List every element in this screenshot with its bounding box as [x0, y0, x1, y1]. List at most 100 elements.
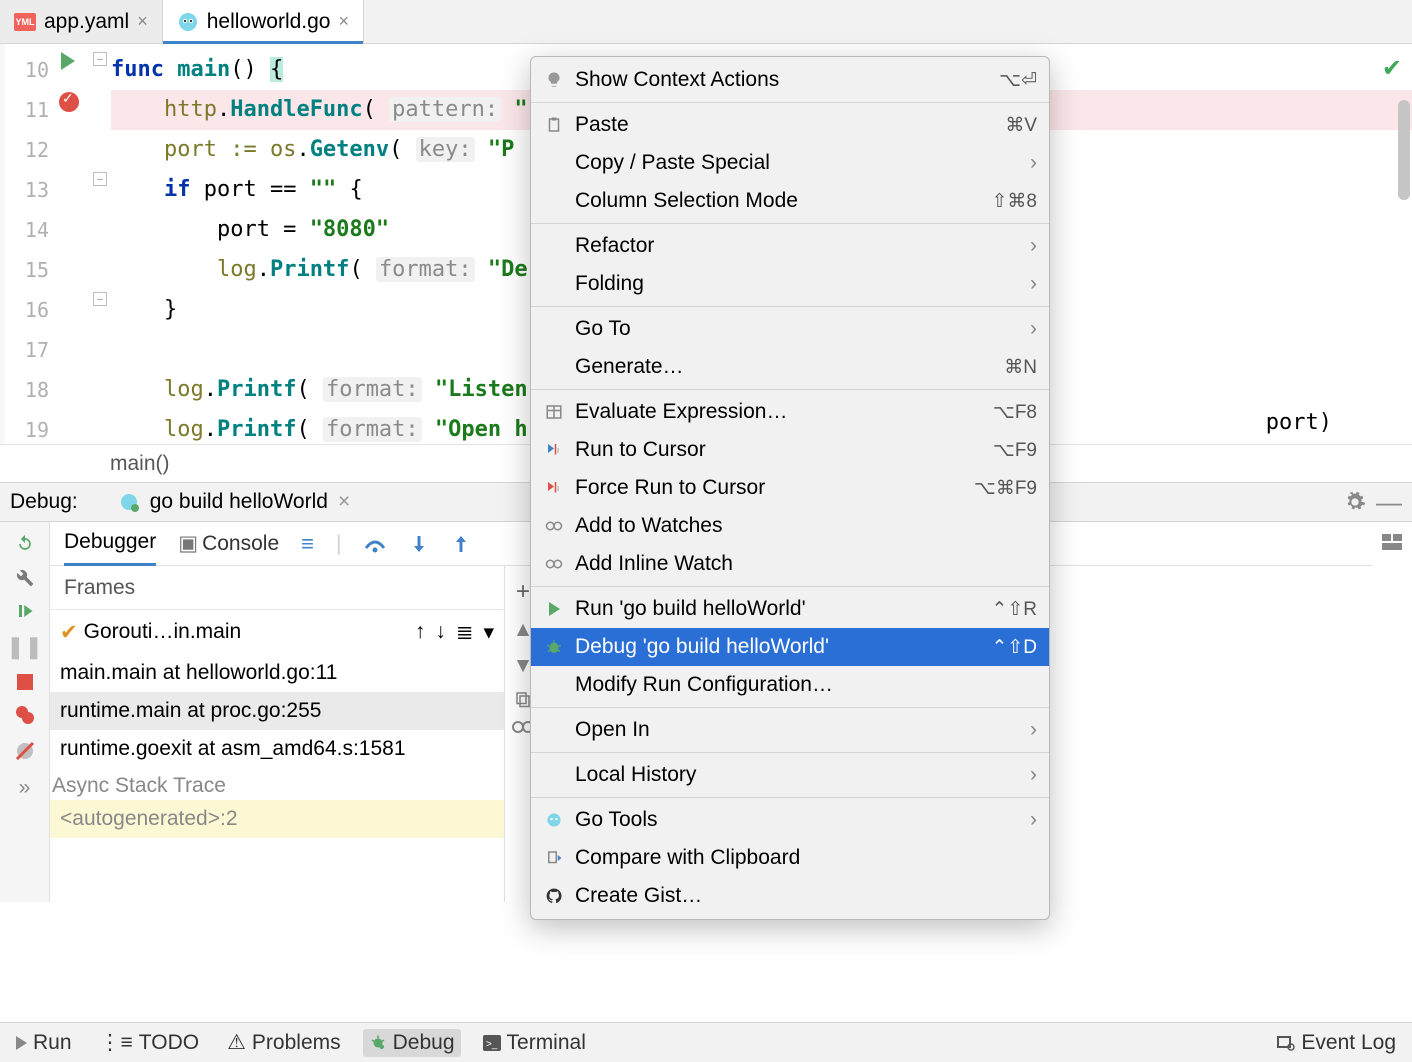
- dropdown-icon[interactable]: ▾: [483, 620, 494, 645]
- context-menu-label: Debug 'go build helloWorld': [575, 635, 981, 659]
- context-menu-label: Go Tools: [575, 808, 1020, 832]
- debug-title-prefix: Debug:: [10, 490, 78, 514]
- context-menu-item[interactable]: Go To›: [531, 310, 1049, 348]
- eventlog-icon: [1277, 1034, 1295, 1052]
- sb-terminal[interactable]: >_Terminal: [477, 1029, 592, 1057]
- context-menu-item[interactable]: Copy / Paste Special›: [531, 144, 1049, 182]
- breakpoint-icon[interactable]: [59, 92, 79, 112]
- svg-text:I: I: [557, 446, 559, 455]
- watches-icon: [543, 515, 565, 537]
- fold-toggle[interactable]: –: [93, 52, 107, 66]
- sb-run[interactable]: Run: [10, 1029, 78, 1057]
- inspection-check-icon[interactable]: ✔: [1382, 54, 1402, 83]
- list-icon: ⋮≡: [100, 1030, 133, 1055]
- fold-column: – – –: [91, 44, 111, 444]
- tab-console[interactable]: ▣Console: [178, 522, 279, 566]
- up-arrow-icon[interactable]: ↑: [415, 620, 426, 644]
- tab-helloworld-go[interactable]: helloworld.go ×: [163, 0, 364, 43]
- resume-icon[interactable]: [16, 602, 34, 620]
- context-menu-label: Add to Watches: [575, 514, 1037, 538]
- context-menu-item[interactable]: Show Context Actions⌥⏎: [531, 61, 1049, 99]
- view-breakpoints-icon[interactable]: [14, 704, 36, 726]
- rerun-icon[interactable]: [15, 534, 35, 554]
- line-gutter: 10111213141516171819: [5, 44, 55, 444]
- layout-icon[interactable]: [1382, 534, 1402, 550]
- context-menu-item[interactable]: Add Inline Watch: [531, 545, 1049, 583]
- context-menu-item[interactable]: Generate… ⌘N: [531, 348, 1049, 386]
- blank-icon: [543, 764, 565, 786]
- wrench-icon[interactable]: [15, 568, 35, 588]
- step-into-icon[interactable]: [409, 534, 429, 554]
- stack-frame[interactable]: runtime.main at proc.go:255: [50, 692, 504, 730]
- pause-icon[interactable]: ❚❚: [6, 634, 43, 660]
- down-arrow-icon[interactable]: ↓: [435, 620, 446, 644]
- run-gutter-icon[interactable]: [61, 52, 75, 70]
- shortcut-label: ⌥⌘F9: [974, 477, 1037, 500]
- close-icon[interactable]: ×: [137, 11, 148, 32]
- close-icon[interactable]: ×: [338, 490, 350, 514]
- filter-icon[interactable]: ≣: [456, 620, 474, 645]
- force-run-to-cursor-icon: I: [543, 477, 565, 499]
- context-menu-item[interactable]: Refactor›: [531, 227, 1049, 265]
- sb-problems[interactable]: ⚠Problems: [221, 1028, 347, 1057]
- chevron-right-icon: ›: [1030, 234, 1037, 258]
- context-menu-item[interactable]: Evaluate Expression… ⌥F8: [531, 393, 1049, 431]
- threads-icon[interactable]: ≡: [301, 531, 314, 557]
- stack-frame-autogen[interactable]: <autogenerated>:2: [50, 800, 504, 838]
- table-icon: [543, 401, 565, 423]
- context-menu-item[interactable]: Create Gist…: [531, 877, 1049, 915]
- context-menu-item[interactable]: IRun to Cursor⌥F9: [531, 431, 1049, 469]
- debug-config-name[interactable]: go build helloWorld: [150, 490, 328, 514]
- context-menu-item[interactable]: Paste⌘V: [531, 106, 1049, 144]
- context-menu-item[interactable]: Local History›: [531, 756, 1049, 794]
- tab-app-yaml[interactable]: YML app.yaml ×: [0, 0, 163, 43]
- stack-frame[interactable]: runtime.goexit at asm_amd64.s:1581: [50, 730, 504, 768]
- shortcut-label: ⌃⇧R: [991, 598, 1037, 621]
- shortcut-label: ⌘N: [1004, 356, 1037, 379]
- minimize-icon[interactable]: —: [1376, 487, 1402, 518]
- context-menu-label: Force Run to Cursor: [575, 476, 964, 500]
- goroutine-dropdown[interactable]: ✔ Gorouti…in.main: [60, 620, 405, 645]
- shortcut-label: ⌥⏎: [999, 69, 1037, 92]
- step-over-icon[interactable]: [363, 534, 387, 554]
- shortcut-label: ⇧⌘8: [992, 190, 1038, 213]
- context-menu-item[interactable]: Compare with Clipboard: [531, 839, 1049, 877]
- chevron-right-icon: ›: [1030, 317, 1037, 341]
- shortcut-label: ⌥F9: [993, 439, 1037, 462]
- context-menu-label: Evaluate Expression…: [575, 400, 983, 424]
- stop-icon[interactable]: [17, 674, 33, 690]
- stack-frames: main.main at helloworld.go:11runtime.mai…: [50, 654, 504, 768]
- shortcut-label: ⌥F8: [993, 401, 1037, 424]
- sb-debug[interactable]: Debug: [363, 1029, 461, 1057]
- context-menu-item[interactable]: Column Selection Mode⇧⌘8: [531, 182, 1049, 220]
- stack-frame[interactable]: main.main at helloworld.go:11: [50, 654, 504, 692]
- status-bar: Run ⋮≡TODO ⚠Problems Debug >_Terminal Ev…: [0, 1022, 1412, 1062]
- context-menu-label: Generate…: [575, 355, 994, 379]
- context-menu-item[interactable]: Add to Watches: [531, 507, 1049, 545]
- tab-debugger[interactable]: Debugger: [64, 522, 156, 566]
- more-icon[interactable]: »: [19, 776, 31, 800]
- context-menu-item[interactable]: Open In›: [531, 711, 1049, 749]
- sb-todo[interactable]: ⋮≡TODO: [94, 1028, 206, 1057]
- context-menu-item[interactable]: Modify Run Configuration…: [531, 666, 1049, 704]
- context-menu-item[interactable]: Go Tools›: [531, 801, 1049, 839]
- fold-toggle[interactable]: –: [93, 172, 107, 186]
- context-menu-item[interactable]: Run 'go build helloWorld'⌃⇧R: [531, 590, 1049, 628]
- sb-event-log[interactable]: Event Log: [1271, 1029, 1402, 1057]
- gopher-icon: [543, 809, 565, 831]
- scrollbar[interactable]: [1398, 100, 1410, 200]
- step-out-icon[interactable]: [451, 534, 471, 554]
- gear-icon[interactable]: [1344, 491, 1366, 513]
- context-menu-label: Paste: [575, 113, 995, 137]
- close-icon[interactable]: ×: [338, 11, 349, 32]
- add-icon[interactable]: +: [516, 578, 530, 606]
- gopher-icon: [118, 491, 140, 513]
- bug-icon: [543, 636, 565, 658]
- fold-toggle[interactable]: –: [93, 292, 107, 306]
- context-menu-item[interactable]: Folding›: [531, 265, 1049, 303]
- context-menu-item[interactable]: I Force Run to Cursor ⌥⌘F9: [531, 469, 1049, 507]
- async-stack-header: Async Stack Trace: [50, 768, 504, 800]
- warning-icon: ⚠: [227, 1030, 246, 1055]
- mute-breakpoints-icon[interactable]: [14, 740, 36, 762]
- context-menu-item[interactable]: Debug 'go build helloWorld'⌃⇧D: [531, 628, 1049, 666]
